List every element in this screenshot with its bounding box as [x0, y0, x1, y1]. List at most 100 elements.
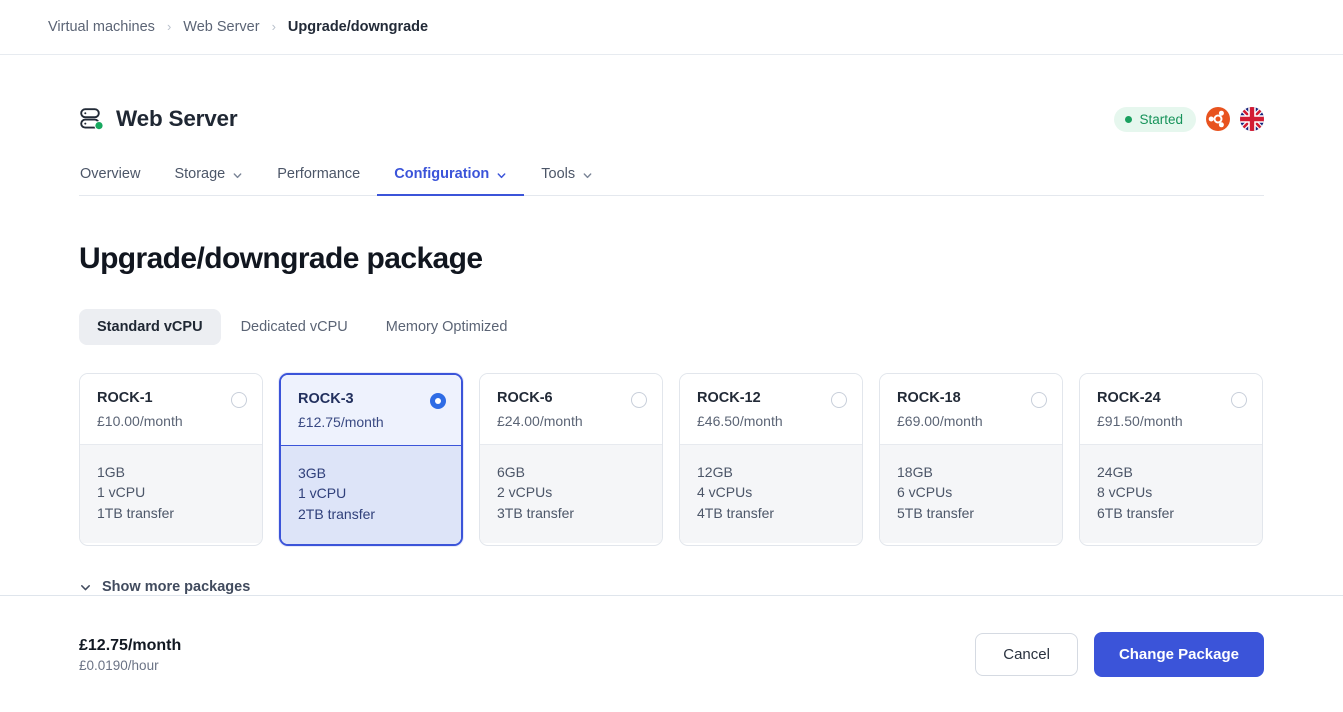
cancel-button[interactable]: Cancel — [975, 632, 1078, 676]
segment-label: Memory Optimized — [385, 319, 508, 335]
package-card-rock-18[interactable]: ROCK-18 £69.00/month 18GB 6 vCPUs 5TB tr… — [879, 373, 1063, 547]
breadcrumb-item-current: Upgrade/downgrade — [287, 19, 429, 35]
package-card-specs: 24GB 8 vCPUs 6TB transfer — [1080, 444, 1262, 544]
package-name: ROCK-12 — [697, 390, 761, 406]
tab-label: Performance — [277, 166, 361, 182]
package-radio[interactable] — [1031, 392, 1047, 408]
ubuntu-icon — [1206, 107, 1230, 131]
chevron-down-icon — [582, 169, 593, 180]
breadcrumb-item-virtual-machines[interactable]: Virtual machines — [48, 19, 155, 35]
package-transfer: 4TB transfer — [697, 504, 775, 521]
uk-flag-icon — [1240, 107, 1264, 131]
server-icon — [79, 106, 105, 132]
segment-standard-vcpu[interactable]: Standard vCPU — [79, 309, 221, 345]
package-card-rock-1[interactable]: ROCK-1 £10.00/month 1GB 1 vCPU 1TB trans… — [79, 373, 263, 547]
package-memory: 12GB — [697, 463, 733, 480]
segment-memory-optimized[interactable]: Memory Optimized — [368, 309, 526, 345]
package-transfer: 2TB transfer — [298, 505, 376, 522]
package-radio[interactable] — [631, 392, 647, 408]
package-transfer: 5TB transfer — [897, 504, 975, 521]
package-vcpu: 1 vCPU — [298, 485, 347, 502]
package-vcpu: 2 vCPUs — [497, 484, 553, 501]
action-bar: £12.75/month £0.0190/hour Cancel Change … — [0, 595, 1343, 712]
chevron-down-icon — [496, 169, 507, 180]
status-dot-icon — [1125, 115, 1133, 123]
package-name: ROCK-1 — [97, 390, 153, 406]
price-hourly: £0.0190/hour — [79, 658, 159, 674]
package-name: ROCK-6 — [497, 390, 553, 406]
package-transfer: 6TB transfer — [1097, 504, 1175, 521]
package-type-selector: Standard vCPU Dedicated vCPU Memory Opti… — [79, 309, 1264, 345]
tab-configuration[interactable]: Configuration — [377, 157, 525, 196]
breadcrumb: Virtual machines › Web Server › Upgrade/… — [0, 0, 1343, 55]
tab-bar: Overview Storage Performance Configurati… — [79, 157, 1264, 196]
price-summary: £12.75/month £0.0190/hour — [79, 635, 181, 674]
package-transfer: 3TB transfer — [497, 504, 575, 521]
package-radio[interactable] — [231, 392, 247, 408]
package-card-header: ROCK-18 £69.00/month — [880, 374, 1062, 445]
package-card-header: ROCK-12 £46.50/month — [680, 374, 862, 445]
package-card-rock-3[interactable]: ROCK-3 £12.75/month 3GB 1 vCPU 2TB trans… — [279, 373, 463, 547]
tab-label: Tools — [541, 166, 576, 182]
package-card-rock-24[interactable]: ROCK-24 £91.50/month 24GB 8 vCPUs 6TB tr… — [1079, 373, 1263, 547]
segment-label: Dedicated vCPU — [240, 319, 348, 335]
package-memory: 1GB — [97, 463, 126, 480]
page-header: Web Server Started — [79, 87, 1264, 151]
tab-performance[interactable]: Performance — [260, 157, 377, 195]
header-meta: Started — [1114, 106, 1264, 132]
show-more-label: Show more packages — [102, 579, 251, 596]
package-card-header: ROCK-6 £24.00/month — [480, 374, 662, 445]
chevron-down-icon — [79, 581, 92, 594]
package-vcpu: 8 vCPUs — [1097, 484, 1153, 501]
package-memory: 6GB — [497, 463, 526, 480]
page-title: Web Server — [116, 106, 238, 131]
package-card-header: ROCK-3 £12.75/month — [281, 375, 461, 446]
section-title: Upgrade/downgrade package — [79, 242, 483, 275]
tab-storage[interactable]: Storage — [157, 157, 260, 195]
package-price: £46.50/month — [697, 412, 783, 429]
show-more-packages-button[interactable]: Show more packages — [79, 579, 250, 595]
package-card-rock-6[interactable]: ROCK-6 £24.00/month 6GB 2 vCPUs 3TB tran… — [479, 373, 663, 547]
package-name: ROCK-24 — [1097, 390, 1161, 406]
package-name: ROCK-18 — [897, 390, 961, 406]
package-vcpu: 4 vCPUs — [697, 484, 753, 501]
change-package-button[interactable]: Change Package — [1093, 631, 1264, 677]
package-radio[interactable] — [1231, 392, 1247, 408]
tab-label: Storage — [174, 166, 226, 182]
page-content: Web Server Started Overview Storage Perf… — [0, 87, 1343, 595]
package-vcpu: 6 vCPUs — [897, 484, 953, 501]
package-card-list: ROCK-1 £10.00/month 1GB 1 vCPU 1TB trans… — [79, 373, 1264, 547]
package-vcpu: 1 vCPU — [97, 484, 146, 501]
package-radio[interactable] — [831, 392, 847, 408]
tab-label: Overview — [80, 166, 141, 182]
package-card-specs: 6GB 2 vCPUs 3TB transfer — [480, 444, 662, 544]
package-card-specs: 18GB 6 vCPUs 5TB transfer — [880, 444, 1062, 544]
breadcrumb-separator-icon: › — [271, 18, 276, 34]
breadcrumb-item-web-server[interactable]: Web Server — [183, 19, 259, 35]
package-radio[interactable] — [430, 393, 446, 409]
package-card-header: ROCK-24 £91.50/month — [1080, 374, 1262, 445]
price-monthly: £12.75/month — [79, 636, 182, 654]
status-badge: Started — [1114, 106, 1196, 132]
package-card-header: ROCK-1 £10.00/month — [80, 374, 262, 445]
segment-label: Standard vCPU — [97, 319, 203, 335]
status-label: Started — [1139, 111, 1183, 127]
package-card-rock-12[interactable]: ROCK-12 £46.50/month 12GB 4 vCPUs 4TB tr… — [679, 373, 863, 547]
package-price: £12.75/month — [298, 413, 384, 430]
package-price: £69.00/month — [897, 412, 983, 429]
chevron-down-icon — [232, 169, 243, 180]
tab-tools[interactable]: Tools — [524, 157, 610, 195]
segment-dedicated-vcpu[interactable]: Dedicated vCPU — [223, 309, 366, 345]
package-card-specs: 12GB 4 vCPUs 4TB transfer — [680, 444, 862, 544]
tab-overview[interactable]: Overview — [79, 157, 157, 195]
package-memory: 24GB — [1097, 463, 1133, 480]
action-buttons: Cancel Change Package — [975, 631, 1264, 677]
tab-label: Configuration — [394, 166, 490, 182]
package-card-specs: 3GB 1 vCPU 2TB transfer — [281, 445, 461, 545]
package-card-specs: 1GB 1 vCPU 1TB transfer — [80, 444, 262, 544]
package-memory: 18GB — [897, 463, 933, 480]
package-transfer: 1TB transfer — [97, 504, 175, 521]
package-price: £10.00/month — [97, 412, 183, 429]
package-price: £24.00/month — [497, 412, 583, 429]
package-name: ROCK-3 — [298, 391, 354, 407]
